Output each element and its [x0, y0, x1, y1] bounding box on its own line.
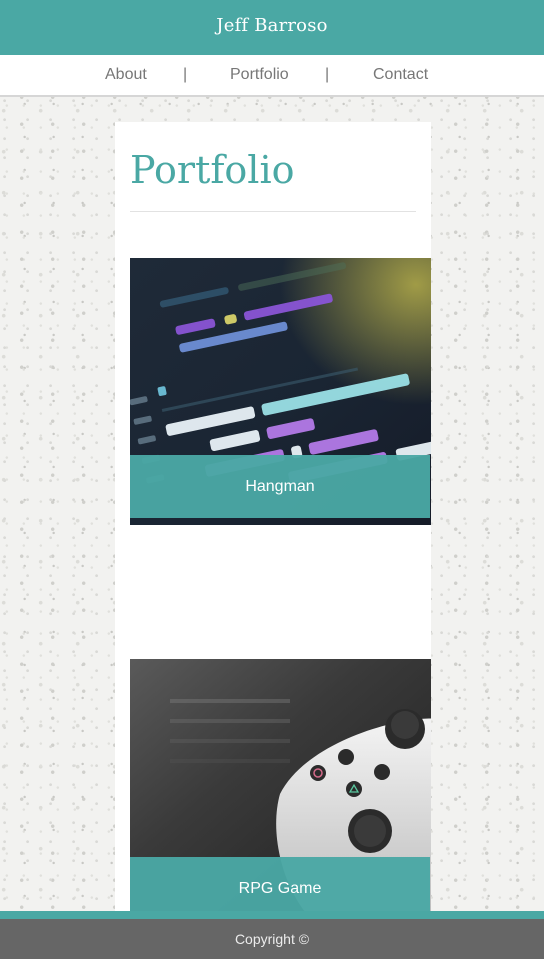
copyright-text: Copyright © [234, 931, 310, 947]
nav-portfolio-link[interactable]: Portfolio [230, 66, 289, 84]
site-footer: Copyright © [0, 919, 544, 959]
nav-separator: | [183, 66, 188, 83]
footer-accent-strip [0, 911, 544, 919]
portfolio-panel: Portfolio Hangman RPG Game [115, 122, 431, 912]
project-card-hangman[interactable]: Hangman [130, 258, 431, 525]
nav-separator: | [325, 66, 330, 83]
site-brand[interactable]: Jeff Barroso [216, 15, 327, 36]
page-title: Portfolio [130, 148, 295, 192]
site-header: Jeff Barroso [0, 0, 544, 55]
project-title: Hangman [130, 455, 430, 518]
title-divider [130, 211, 416, 212]
main-nav: About | Portfolio | Contact [0, 55, 544, 97]
nav-contact-link[interactable]: Contact [373, 66, 428, 84]
project-title: RPG Game [130, 857, 430, 912]
nav-about-link[interactable]: About [105, 66, 147, 84]
project-card-rpg-game[interactable]: RPG Game [130, 659, 431, 912]
